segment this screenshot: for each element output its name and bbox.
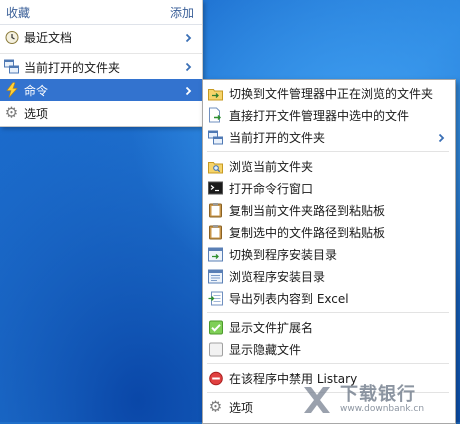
submenu-item-copy-selected-file-path[interactable]: 复制选中的文件路径到粘贴板 <box>203 221 455 243</box>
submenu-item-switch-to-program-dir[interactable]: 切换到程序安装目录 <box>203 243 455 265</box>
commands-submenu: 切换到文件管理器中正在浏览的文件夹 直接打开文件管理器中选中的文件 当前打开的文… <box>202 79 456 424</box>
submenu-item-label: 显示隐藏文件 <box>229 342 302 357</box>
menu-item-recent-documents[interactable]: 最近文档 <box>0 26 202 48</box>
submenu-item-label: 在该程序中禁用 Listary <box>229 371 358 386</box>
checkbox-checked-icon <box>208 320 223 335</box>
submenu-item-export-to-excel[interactable]: 导出列表内容到 Excel <box>203 287 455 309</box>
favorites-label: 收藏 <box>6 5 31 20</box>
export-excel-icon <box>208 291 223 306</box>
chevron-right-icon <box>185 86 192 96</box>
browse-program-icon <box>208 269 223 284</box>
gear-icon: ⚙ <box>4 103 19 122</box>
folder-switch-icon <box>208 86 223 101</box>
submenu-item-label: 切换到文件管理器中正在浏览的文件夹 <box>229 86 434 101</box>
submenu-item-browse-program-dir[interactable]: 浏览程序安装目录 <box>203 265 455 287</box>
submenu-item-show-file-extensions[interactable]: 显示文件扩展名 <box>203 316 455 338</box>
windows-icon <box>208 130 223 145</box>
menu-item-current-folders[interactable]: 当前打开的文件夹 <box>0 53 202 78</box>
submenu-item-switch-to-browsing-folder[interactable]: 切换到文件管理器中正在浏览的文件夹 <box>203 82 455 104</box>
submenu-item-options[interactable]: ⚙ 选项 <box>203 396 455 418</box>
menu-item-label: 选项 <box>24 106 49 121</box>
clipboard-icon <box>208 225 223 240</box>
gear-icon: ⚙ <box>208 397 223 416</box>
lightning-icon <box>4 82 19 98</box>
chevron-right-icon <box>185 62 192 72</box>
submenu-item-browse-current-folder[interactable]: 浏览当前文件夹 <box>203 155 455 177</box>
windows-icon <box>4 59 19 74</box>
menu-item-label: 当前打开的文件夹 <box>24 60 121 75</box>
submenu-item-copy-folder-path[interactable]: 复制当前文件夹路径到粘贴板 <box>203 199 455 221</box>
menu-item-commands[interactable]: 命令 <box>0 79 202 101</box>
clock-icon <box>4 30 19 45</box>
submenu-item-show-hidden-files[interactable]: 显示隐藏文件 <box>203 338 455 360</box>
menu-header: 收藏 添加 <box>0 0 202 25</box>
checkbox-empty-icon <box>208 342 223 357</box>
add-favorite-link[interactable]: 添加 <box>170 4 194 21</box>
submenu-item-label: 选项 <box>229 400 254 415</box>
program-folder-icon <box>208 247 223 262</box>
folder-search-icon <box>208 159 223 174</box>
chevron-right-icon <box>438 133 445 143</box>
menu-separator <box>207 312 449 313</box>
submenu-item-label: 直接打开文件管理器中选中的文件 <box>229 108 410 123</box>
submenu-item-label: 浏览程序安装目录 <box>229 269 326 284</box>
submenu-item-open-selected-file[interactable]: 直接打开文件管理器中选中的文件 <box>203 104 455 126</box>
menu-item-label: 命令 <box>24 83 49 98</box>
submenu-item-label: 显示文件扩展名 <box>229 320 314 335</box>
chevron-right-icon <box>185 33 192 43</box>
submenu-item-label: 导出列表内容到 Excel <box>229 291 349 306</box>
submenu-item-current-folders[interactable]: 当前打开的文件夹 <box>203 126 455 148</box>
menu-separator <box>207 151 449 152</box>
submenu-item-disable-listary[interactable]: 在该程序中禁用 Listary <box>203 367 455 389</box>
submenu-item-open-command-prompt[interactable]: 打开命令行窗口 <box>203 177 455 199</box>
submenu-item-label: 浏览当前文件夹 <box>229 159 314 174</box>
terminal-icon <box>208 181 223 196</box>
menu-item-label: 最近文档 <box>24 30 73 45</box>
submenu-item-label: 复制选中的文件路径到粘贴板 <box>229 225 386 240</box>
menu-separator <box>207 363 449 364</box>
menu-separator <box>207 392 449 393</box>
submenu-item-label: 当前打开的文件夹 <box>229 130 326 145</box>
open-file-icon <box>208 107 223 123</box>
listary-main-menu: 收藏 添加 最近文档 当前打开的文件夹 命令 ⚙ 选项 <box>0 0 203 127</box>
submenu-item-label: 切换到程序安装目录 <box>229 247 338 262</box>
disable-icon <box>208 371 223 386</box>
clipboard-icon <box>208 203 223 218</box>
submenu-item-label: 打开命令行窗口 <box>229 181 314 196</box>
menu-item-options[interactable]: ⚙ 选项 <box>0 102 202 124</box>
submenu-item-label: 复制当前文件夹路径到粘贴板 <box>229 203 386 218</box>
